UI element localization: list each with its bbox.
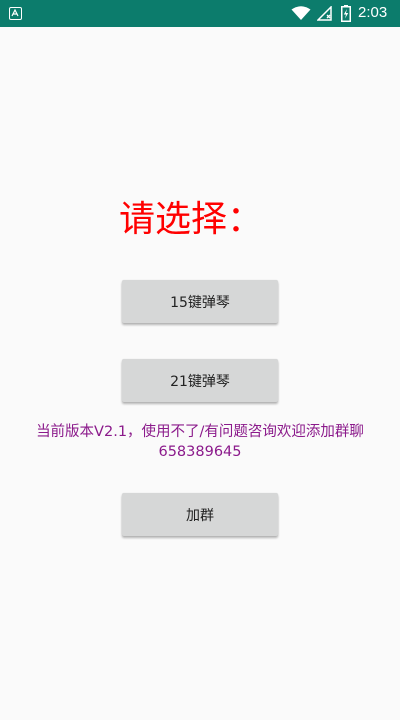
battery-charging-icon: [341, 5, 351, 26]
version-notice: 当前版本V2.1，使用不了/有问题咨询欢迎添加群聊 658389645: [0, 422, 400, 462]
no-signal-icon: [316, 5, 333, 25]
version-notice-text: 当前版本V2.1，使用不了/有问题咨询欢迎添加群聊: [36, 424, 364, 440]
group-number: 658389645: [158, 444, 242, 460]
page-title: 请选择：: [118, 199, 263, 240]
app-notification-icon: [9, 7, 22, 20]
piano-21-keys-button[interactable]: 21键弹琴: [122, 359, 278, 402]
join-group-button[interactable]: 加群: [122, 493, 278, 536]
wifi-icon: [291, 6, 311, 25]
status-bar: 2:03: [0, 0, 400, 27]
piano-15-keys-button[interactable]: 15键弹琴: [122, 280, 278, 323]
clock: 2:03: [358, 4, 388, 21]
